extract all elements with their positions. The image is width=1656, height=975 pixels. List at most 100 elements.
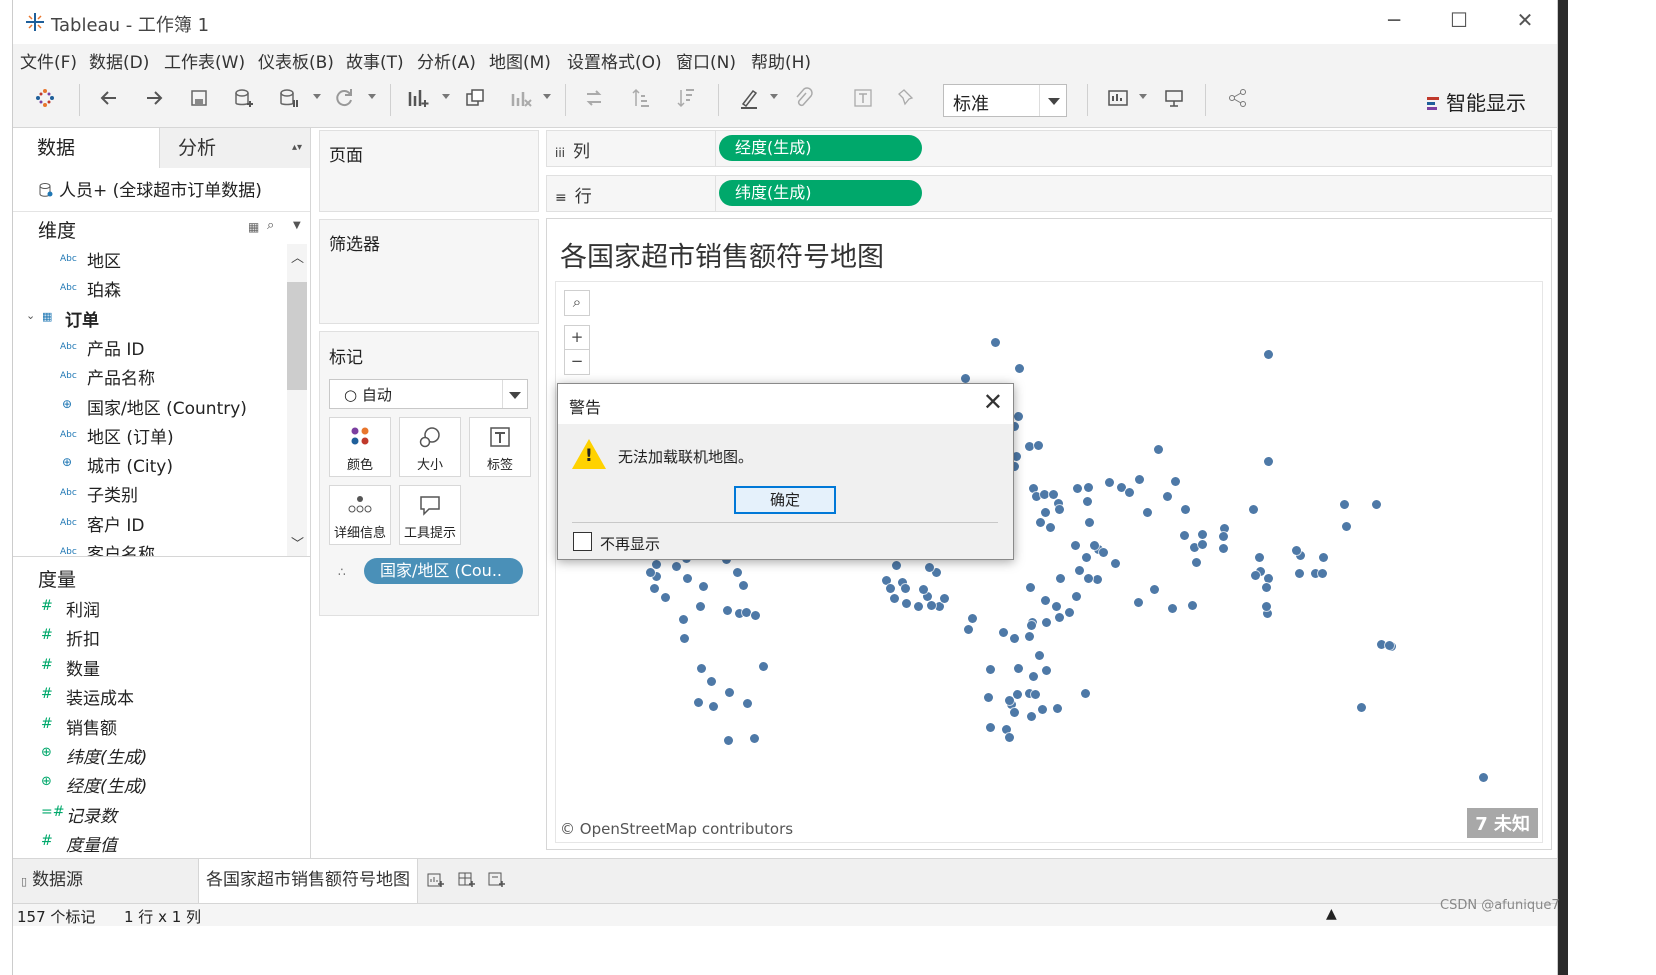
map-mark[interactable]	[1027, 712, 1036, 721]
zoom-in-button[interactable]: +	[564, 325, 590, 351]
sort-descending-icon[interactable]	[673, 86, 697, 110]
map-mark[interactable]	[1090, 541, 1099, 550]
scroll-down-icon[interactable]: ﹀	[291, 533, 304, 552]
map-mark[interactable]	[927, 601, 936, 610]
dimensions-scrollbar[interactable]: ︿ ﹀	[287, 244, 307, 556]
back-icon[interactable]	[97, 86, 121, 110]
map-mark[interactable]	[1084, 483, 1093, 492]
dimension-item[interactable]: Abc 产品名称	[13, 363, 283, 389]
presentation-mode-icon[interactable]	[1162, 86, 1186, 110]
map-mark[interactable]	[1041, 596, 1050, 605]
latitude-pill[interactable]: 纬度(生成)	[719, 180, 922, 206]
map-mark[interactable]	[1065, 608, 1074, 617]
map-mark[interactable]	[1262, 602, 1271, 611]
map-mark[interactable]	[1198, 540, 1207, 549]
map-mark[interactable]	[1038, 705, 1047, 714]
new-story-icon[interactable]	[488, 871, 506, 889]
map-mark[interactable]	[1249, 505, 1258, 514]
map-mark[interactable]	[991, 338, 1000, 347]
map-mark[interactable]	[1025, 442, 1034, 451]
map-mark[interactable]	[902, 599, 911, 608]
map-mark[interactable]	[1041, 508, 1050, 517]
map-mark[interactable]	[1052, 602, 1061, 611]
fit-select[interactable]: 标准	[943, 84, 1067, 117]
smart-show-button[interactable]: 智能显示	[1427, 87, 1526, 116]
menu-format[interactable]: 设置格式(O)	[567, 48, 662, 73]
map-mark[interactable]	[1010, 634, 1019, 643]
map-mark[interactable]	[1053, 704, 1062, 713]
map-mark[interactable]	[986, 723, 995, 732]
map-mark[interactable]	[1168, 604, 1177, 613]
dimension-item[interactable]: Abc 地区 (订单)	[13, 422, 283, 448]
map-mark[interactable]	[1135, 475, 1144, 484]
dimension-item[interactable]: ⊕ 国家/地区 (Country)	[13, 393, 283, 419]
map-mark[interactable]	[964, 625, 973, 634]
map-mark[interactable]	[1319, 553, 1328, 562]
save-icon[interactable]	[187, 86, 211, 110]
map-mark[interactable]	[935, 602, 944, 611]
pages-card[interactable]: 页面	[319, 130, 539, 212]
map-mark[interactable]	[652, 560, 661, 569]
map-mark[interactable]	[696, 602, 705, 611]
map-mark[interactable]	[733, 568, 742, 577]
tab-active-sheet[interactable]: 各国家超市销售额符号地图	[198, 859, 418, 904]
dimension-item[interactable]: Abc 珀森	[13, 275, 283, 301]
share-icon[interactable]	[1226, 86, 1250, 110]
map-mark[interactable]	[1036, 518, 1045, 527]
menu-window[interactable]: 窗口(N)	[676, 48, 736, 73]
map-mark[interactable]	[1031, 690, 1040, 699]
menu-map[interactable]: 地图(M)	[489, 48, 551, 73]
add-datasource-icon[interactable]	[232, 86, 256, 110]
zoom-out-button[interactable]: −	[564, 349, 590, 375]
map-mark[interactable]	[1035, 651, 1044, 660]
measure-item[interactable]: # 销售额	[13, 713, 293, 739]
map-mark[interactable]	[1219, 532, 1228, 541]
map-mark[interactable]	[1014, 664, 1023, 673]
measure-item[interactable]: ⊕ 经度(生成)	[13, 771, 293, 797]
map-mark[interactable]	[961, 374, 970, 383]
show-cards-icon[interactable]	[1106, 86, 1130, 110]
measure-item[interactable]: # 折扣	[13, 624, 293, 650]
measure-item[interactable]: ⊕ 纬度(生成)	[13, 742, 293, 768]
pause-updates-icon[interactable]	[277, 86, 301, 110]
map-mark[interactable]	[724, 736, 733, 745]
map-mark[interactable]	[1034, 441, 1043, 450]
map-mark[interactable]	[1072, 592, 1081, 601]
map-mark[interactable]	[919, 585, 928, 594]
show-labels-icon[interactable]	[851, 86, 875, 110]
map-mark[interactable]	[901, 584, 910, 593]
map-mark[interactable]	[725, 688, 734, 697]
map-mark[interactable]	[1013, 690, 1022, 699]
menu-dashboard[interactable]: 仪表板(B)	[258, 48, 334, 73]
map-mark[interactable]	[679, 615, 688, 624]
map-mark[interactable]	[1014, 412, 1023, 421]
map-mark[interactable]	[1040, 490, 1049, 499]
label-button[interactable]: 标签	[469, 417, 531, 477]
measure-item[interactable]: # 数量	[13, 654, 293, 680]
chevron-down-icon[interactable]: ▼	[293, 220, 301, 231]
map-mark[interactable]	[1083, 497, 1092, 506]
map-mark[interactable]	[1055, 613, 1064, 622]
map-mark[interactable]	[1125, 488, 1134, 497]
tableau-home-icon[interactable]	[33, 86, 57, 110]
highlight-icon[interactable]	[737, 86, 761, 110]
fix-axes-icon[interactable]	[895, 86, 919, 110]
columns-shelf[interactable]: iii 列 经度(生成)	[546, 130, 1552, 167]
map-mark[interactable]	[1099, 548, 1108, 557]
map-mark[interactable]	[886, 584, 895, 593]
menu-analysis[interactable]: 分析(A)	[417, 48, 476, 73]
map-mark[interactable]	[1295, 569, 1304, 578]
map-mark[interactable]	[1134, 598, 1143, 607]
swap-rows-columns-icon[interactable]	[582, 86, 606, 110]
dimension-item[interactable]: Abc 客户名称	[13, 539, 283, 556]
map-mark[interactable]	[892, 561, 901, 570]
map-mark[interactable]	[1385, 641, 1394, 650]
group-members-icon[interactable]	[791, 86, 815, 110]
dont-show-checkbox[interactable]	[573, 532, 592, 551]
tab-datasource[interactable]: ▯ 数据源	[21, 859, 191, 904]
map-mark[interactable]	[1042, 666, 1051, 675]
map-mark[interactable]	[672, 562, 681, 571]
map-mark[interactable]	[1085, 518, 1094, 527]
map-mark[interactable]	[1071, 541, 1080, 550]
map-mark[interactable]	[1181, 505, 1190, 514]
